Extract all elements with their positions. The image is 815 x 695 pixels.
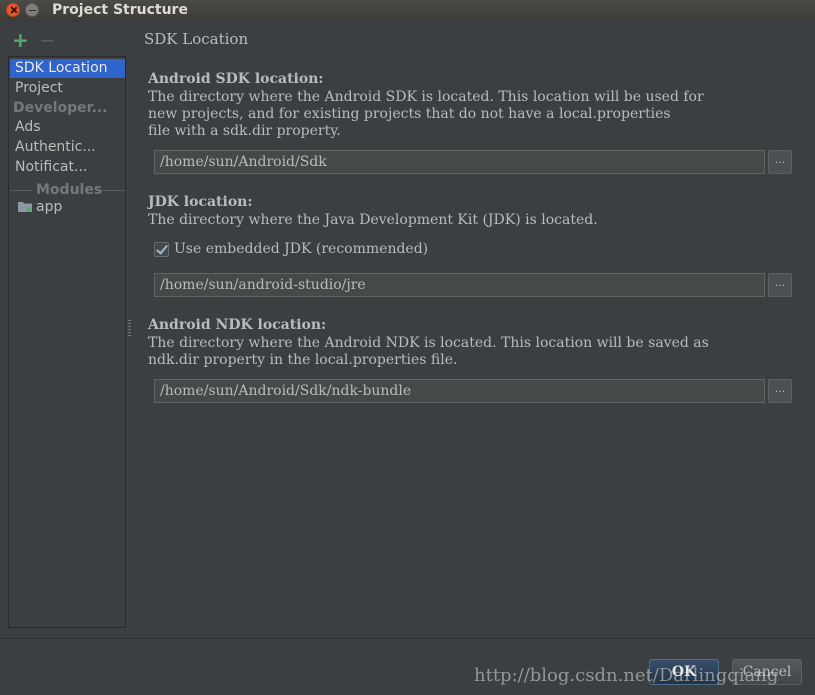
modules-separator: Modules [10,181,125,199]
android-sdk-browse-button[interactable]: ... [768,150,792,174]
android-sdk-path-field[interactable]: /home/sun/Android/Sdk [154,150,765,174]
android-ndk-description: The directory where the Android NDK is l… [148,335,709,368]
android-ndk-browse-button[interactable]: ... [768,379,792,403]
sidebar-item-ads[interactable]: Ads [10,118,125,137]
sidebar-group-developer: Developer... [13,100,108,116]
android-ndk-path-field[interactable]: /home/sun/Android/Sdk/ndk-bundle [154,379,765,403]
sidebar-item-project[interactable]: Project [10,79,125,98]
sidebar-item-sdk-location[interactable]: SDK Location [10,59,125,78]
android-sdk-label: Android SDK location: [148,71,324,87]
watermark: http://blog.csdn.net/Darlingqiang [474,665,779,686]
sidebar-item-app[interactable]: app [10,198,125,217]
modules-label: Modules [36,182,103,198]
jdk-label: JDK location: [148,194,253,210]
plus-icon[interactable]: + [12,30,29,50]
title-bar: Project Structure [0,0,815,22]
sidebar-item-notifications[interactable]: Notificat... [10,158,125,177]
sidebar: SDK Location Project Developer... Ads Au… [8,56,126,628]
sidebar-item-authentication[interactable]: Authentic... [10,138,125,157]
android-sdk-description: The directory where the Android SDK is l… [148,89,704,139]
close-icon[interactable] [6,3,20,17]
module-folder-icon [18,202,32,212]
jdk-description: The directory where the Java Development… [148,212,598,228]
splitter-handle[interactable] [128,320,131,336]
minus-icon[interactable]: − [39,30,56,50]
use-embedded-jdk-checkbox[interactable] [154,242,169,257]
use-embedded-jdk-label[interactable]: Use embedded JDK (recommended) [174,241,428,257]
jdk-path-field[interactable]: /home/sun/android-studio/jre [154,273,765,297]
window-title: Project Structure [52,2,188,18]
android-ndk-label: Android NDK location: [148,317,327,333]
module-label: app [36,199,63,215]
footer-divider [0,638,815,639]
jdk-browse-button[interactable]: ... [768,273,792,297]
page-title: SDK Location [144,30,249,48]
minimize-icon[interactable] [25,3,39,17]
